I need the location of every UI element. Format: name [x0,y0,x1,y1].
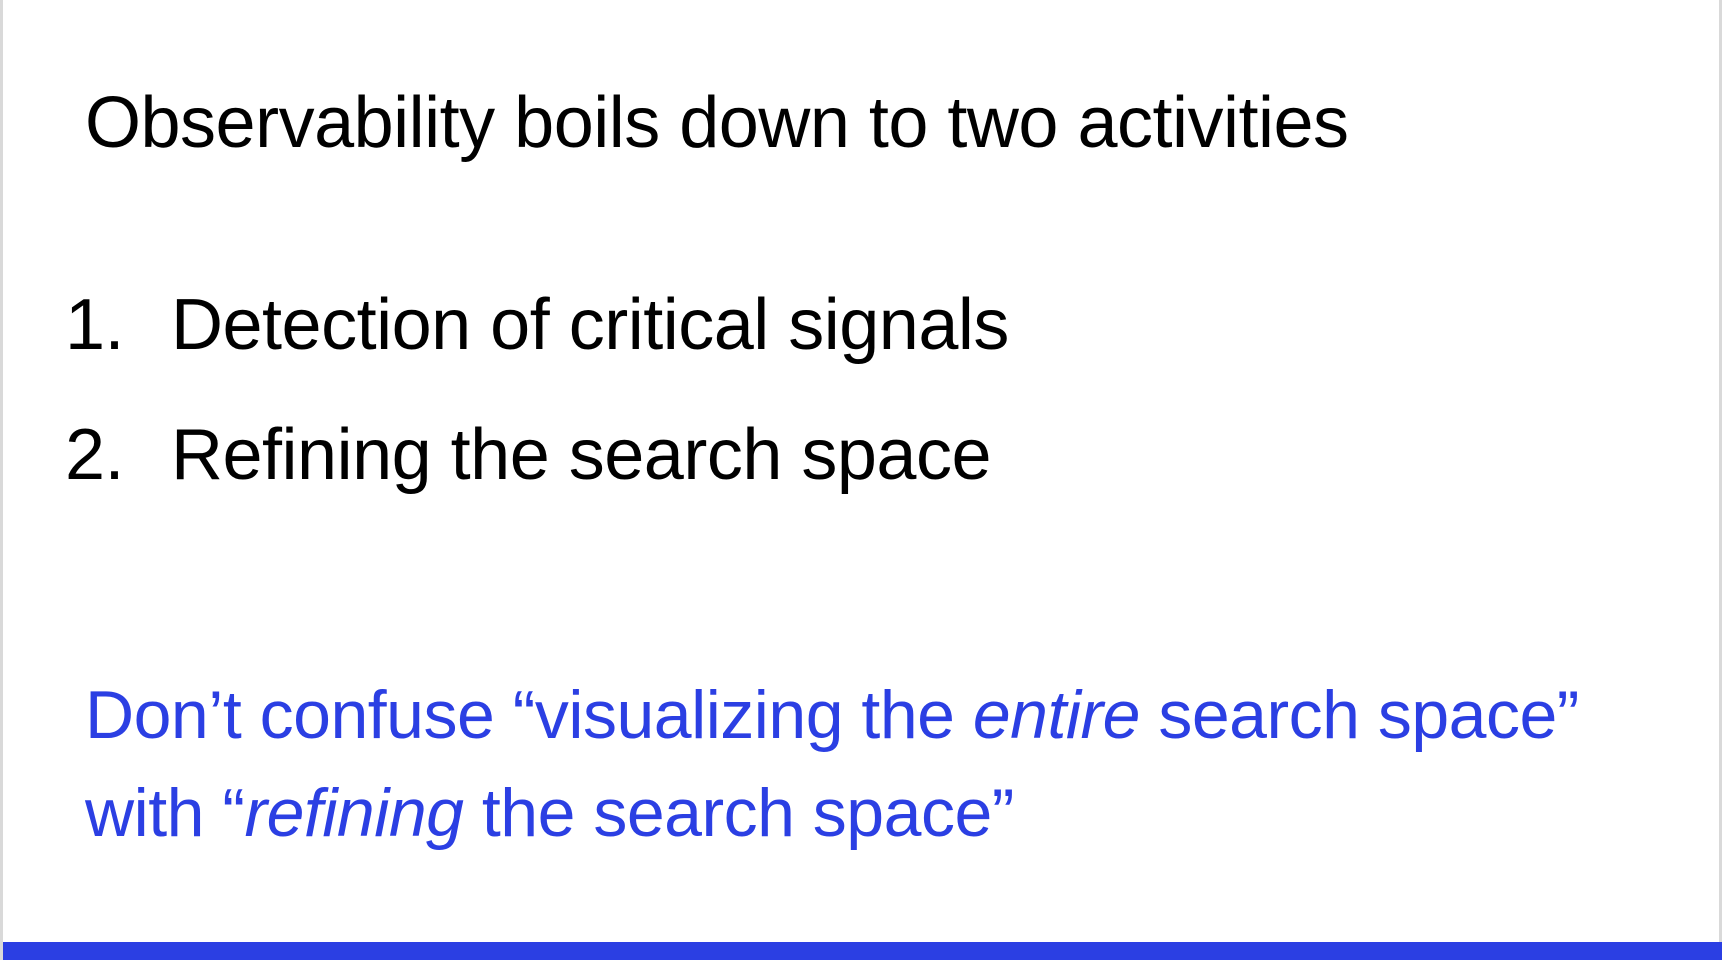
callout-line-2: with “refining the search space” [85,764,1579,862]
callout-text: search space” [1139,677,1579,753]
callout-text: the search space” [463,775,1015,851]
callout-line-1: Don’t confuse “visualizing the entire se… [85,666,1579,764]
list-item-number: 1. [65,285,125,365]
callout-text: Don’t confuse “visualizing the [85,677,973,753]
callout-note: Don’t confuse “visualizing the entire se… [85,666,1579,862]
accent-bar [3,942,1722,960]
slide: Observability boils down to two activiti… [0,0,1722,960]
activities-list: 1. Detection of critical signals 2. Refi… [65,280,1009,540]
list-item-text: Refining the search space [171,415,992,495]
list-item: 1. Detection of critical signals [65,280,1009,410]
slide-title: Observability boils down to two activiti… [85,83,1349,163]
list-item-number: 2. [65,415,125,495]
callout-emphasis: entire [972,677,1141,753]
list-item-text: Detection of critical signals [171,285,1009,365]
callout-text: with “ [85,775,245,851]
list-item: 2. Refining the search space [65,410,1009,540]
callout-emphasis: refining [244,775,464,851]
